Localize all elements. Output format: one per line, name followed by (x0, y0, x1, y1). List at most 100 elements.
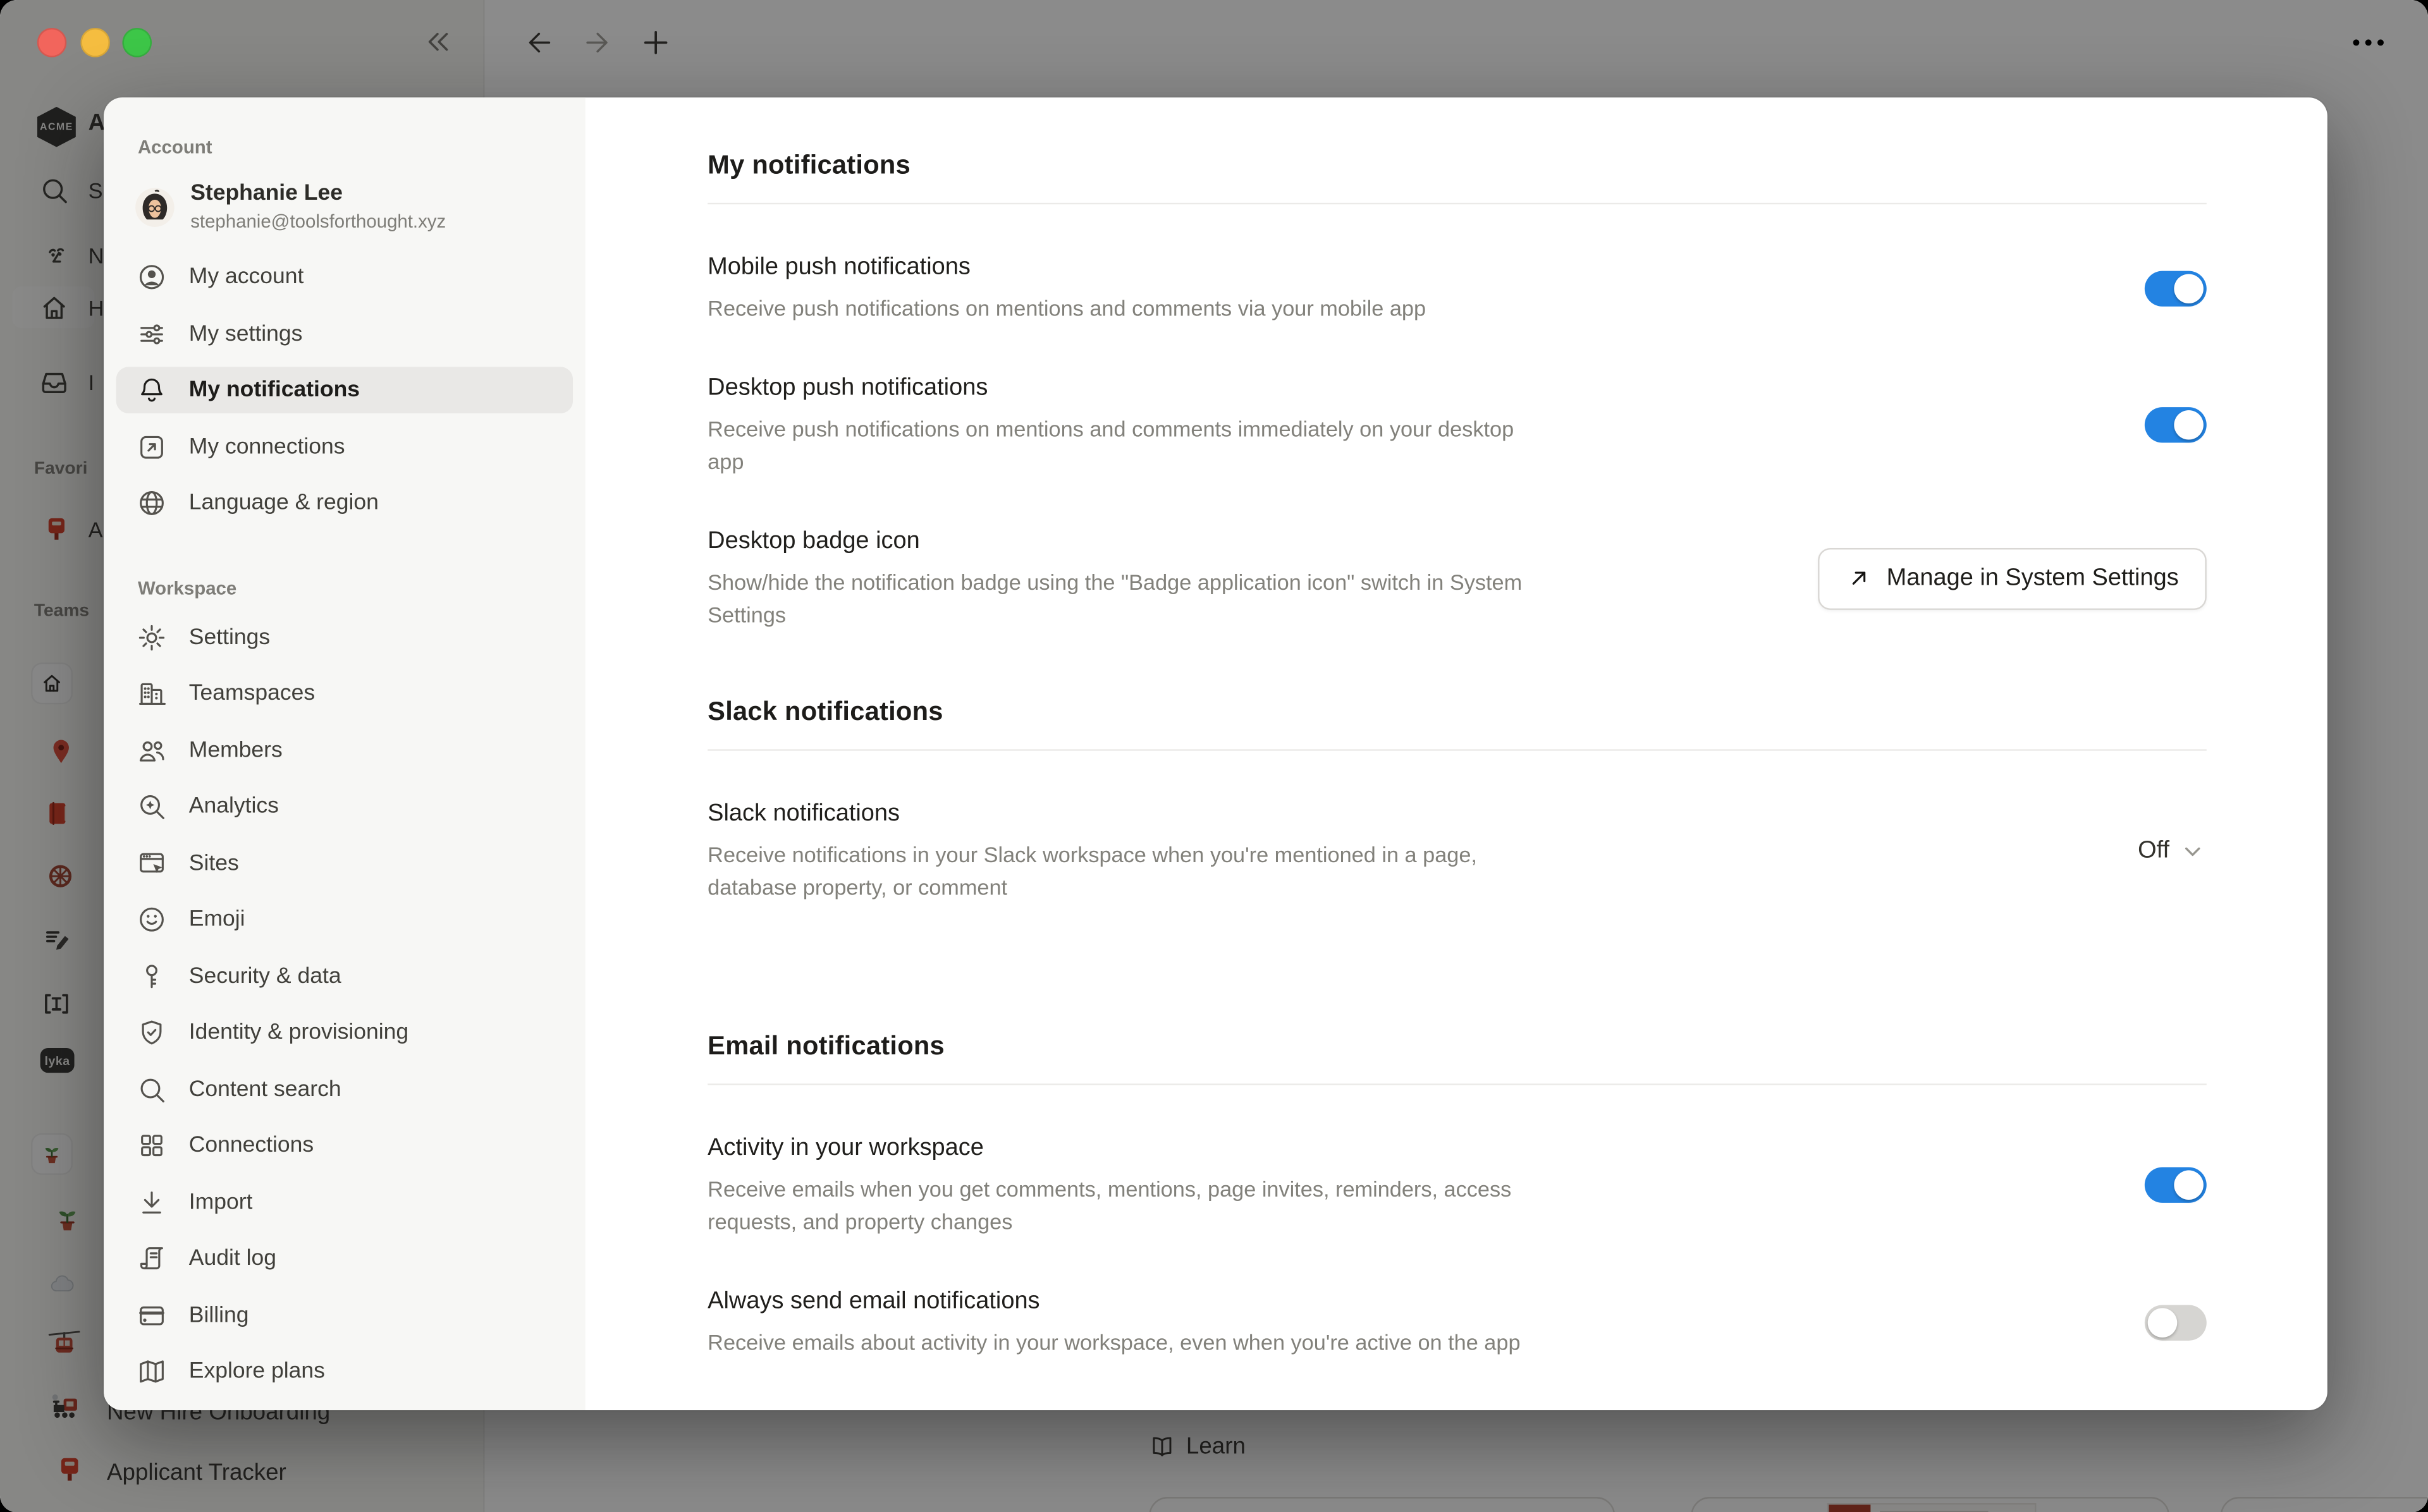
desktop: ACMEASNHIFavoriATeamslykaNew Hire Onboar… (0, 0, 2428, 1512)
grid-icon (137, 1130, 168, 1161)
nav-item-label: Emoji (189, 907, 245, 932)
key-icon (137, 961, 168, 992)
settings-nav-my-account[interactable]: My account (116, 254, 573, 300)
nav-item-label: Teamspaces (189, 681, 315, 706)
settings-nav-settings[interactable]: Settings (116, 614, 573, 660)
zoom-button[interactable] (122, 28, 152, 58)
gear-icon (137, 621, 168, 652)
settings-nav-analytics[interactable]: Analytics (116, 783, 573, 829)
dropdown-value: Off (2138, 837, 2169, 865)
credit-card-icon (137, 1300, 168, 1331)
arrow-up-right-icon (1846, 565, 1873, 592)
arrow-square-out-icon (137, 431, 168, 462)
search-sparkle-icon (137, 791, 168, 822)
mobile-push-notifications-toggle[interactable] (2145, 270, 2207, 305)
settings-nav-emoji[interactable]: Emoji (116, 896, 573, 942)
slack-notifications-dropdown[interactable]: Off (2138, 837, 2207, 865)
minimize-button[interactable] (80, 28, 109, 58)
close-button[interactable] (37, 28, 67, 58)
desktop-push-notifications-row: Desktop push notificationsReceive push n… (708, 372, 2207, 479)
setting-description: Receive emails about activity in your wo… (708, 1327, 1552, 1359)
shield-check-icon (137, 1017, 168, 1048)
setting-title: Desktop badge icon (708, 525, 1818, 559)
sliders-icon (137, 318, 168, 349)
nav-item-label: Language & region (189, 491, 379, 515)
nav-item-label: Audit log (189, 1246, 276, 1271)
desktop-push-notifications-toggle[interactable] (2145, 407, 2207, 442)
chevron-down-icon (2179, 837, 2207, 865)
setting-title: Activity in your workspace (708, 1131, 2145, 1166)
nav-item-label: Sites (189, 851, 239, 875)
settings-nav-teamspaces[interactable]: Teamspaces (116, 670, 573, 716)
browser-cursor-icon (137, 848, 168, 879)
settings-nav-billing[interactable]: Billing (116, 1292, 573, 1338)
avatar (135, 187, 175, 228)
section-title: Email notifications (708, 1028, 2207, 1065)
settings-nav-my-notifications[interactable]: My notifications (116, 367, 573, 413)
section-title: My notifications (708, 147, 2207, 185)
setting-title: Slack notifications (708, 797, 2138, 831)
setting-title: Always send email notifications (708, 1285, 2145, 1319)
nav-item-label: My notifications (189, 378, 360, 403)
settings-nav-security-data[interactable]: Security & data (116, 953, 573, 999)
settings-nav-sites[interactable]: Sites (116, 840, 573, 886)
nav-item-label: My connections (189, 434, 345, 459)
settings-nav-connections[interactable]: Connections (116, 1123, 573, 1169)
nav-item-label: Connections (189, 1133, 314, 1158)
section-email-notifications: Email notifications Activity in your work… (708, 1028, 2207, 1359)
setting-description: Receive notifications in your Slack work… (708, 839, 1552, 904)
settings-nav-my-connections[interactable]: My connections (116, 424, 573, 470)
person-circle-icon (137, 262, 168, 293)
map-icon (137, 1356, 168, 1387)
building-icon (137, 678, 168, 709)
settings-nav-audit-log[interactable]: Audit log (116, 1235, 573, 1281)
nav-item-label: Members (189, 738, 283, 762)
settings-nav-content-search[interactable]: Content search (116, 1066, 573, 1112)
divider (708, 749, 2207, 750)
avatar-illustration (135, 187, 175, 228)
nav-item-label: Analytics (189, 794, 279, 819)
nav-item-label: Content search (189, 1076, 341, 1101)
settings-content: My notifications Mobile push notification… (586, 97, 2327, 1410)
section-my-notifications: My notifications Mobile push notification… (708, 147, 2207, 632)
divider (708, 1083, 2207, 1085)
setting-description: Receive push notifications on mentions a… (708, 293, 1552, 325)
settings-nav-import[interactable]: Import (116, 1179, 573, 1225)
setting-title: Mobile push notifications (708, 251, 2145, 285)
always-send-email-notifications-row: Always send email notifications Receive e… (708, 1285, 2207, 1360)
search-icon (137, 1073, 168, 1104)
settings-nav-language-region[interactable]: Language & region (116, 480, 573, 526)
scroll-icon (137, 1243, 168, 1274)
nav-item-label: My settings (189, 321, 303, 346)
nav-item-label: Security & data (189, 963, 341, 988)
nav-item-label: Import (189, 1190, 253, 1214)
setting-description: Receive emails when you get comments, me… (708, 1173, 1552, 1238)
workspace-nav: Settings Teamspaces Members Analytics Sites E… (116, 614, 573, 1405)
activity-in-your-workspace-row: Activity in your workspace Receive emails… (708, 1131, 2207, 1238)
globe-icon (137, 487, 168, 518)
account-nav: My account My settings My notifications My … (116, 254, 573, 537)
people-icon (137, 735, 168, 765)
section-title: Slack notifications (708, 693, 2207, 731)
divider (708, 203, 2207, 204)
manage-in-system-settings-button[interactable]: Manage in System Settings (1818, 547, 2207, 609)
workspace-section-label: Workspace (138, 576, 573, 598)
nav-item-label: Explore plans (189, 1359, 325, 1384)
account-user[interactable]: Stephanie Lee stephanie@toolsforthought.… (135, 181, 563, 234)
button-label: Manage in System Settings (1887, 564, 2179, 592)
nav-item-label: Billing (189, 1303, 249, 1327)
setting-title: Desktop push notifications (708, 372, 2145, 406)
settings-nav-members[interactable]: Members (116, 727, 573, 773)
settings-sidebar: Account Stephanie Lee stephanie@toolsfor… (104, 97, 586, 1410)
settings-nav-my-settings[interactable]: My settings (116, 310, 573, 357)
settings-nav-explore-plans[interactable]: Explore plans (116, 1348, 573, 1394)
section-slack-notifications: Slack notifications Slack notifications Re… (708, 693, 2207, 904)
user-email: stephanie@toolsforthought.xyz (190, 210, 446, 234)
nav-item-label: Identity & provisioning (189, 1020, 408, 1045)
mobile-push-notifications-row: Mobile push notifications Receive push no… (708, 251, 2207, 326)
settings-nav-identity-provisioning[interactable]: Identity & provisioning (116, 1009, 573, 1056)
always-send-email-notifications-toggle[interactable] (2145, 1304, 2207, 1339)
desktop-badge-icon-row: Desktop badge iconShow/hide the notifica… (708, 525, 2207, 631)
activity-in-your-workspace-toggle[interactable] (2145, 1168, 2207, 1203)
window-controls (37, 28, 152, 58)
